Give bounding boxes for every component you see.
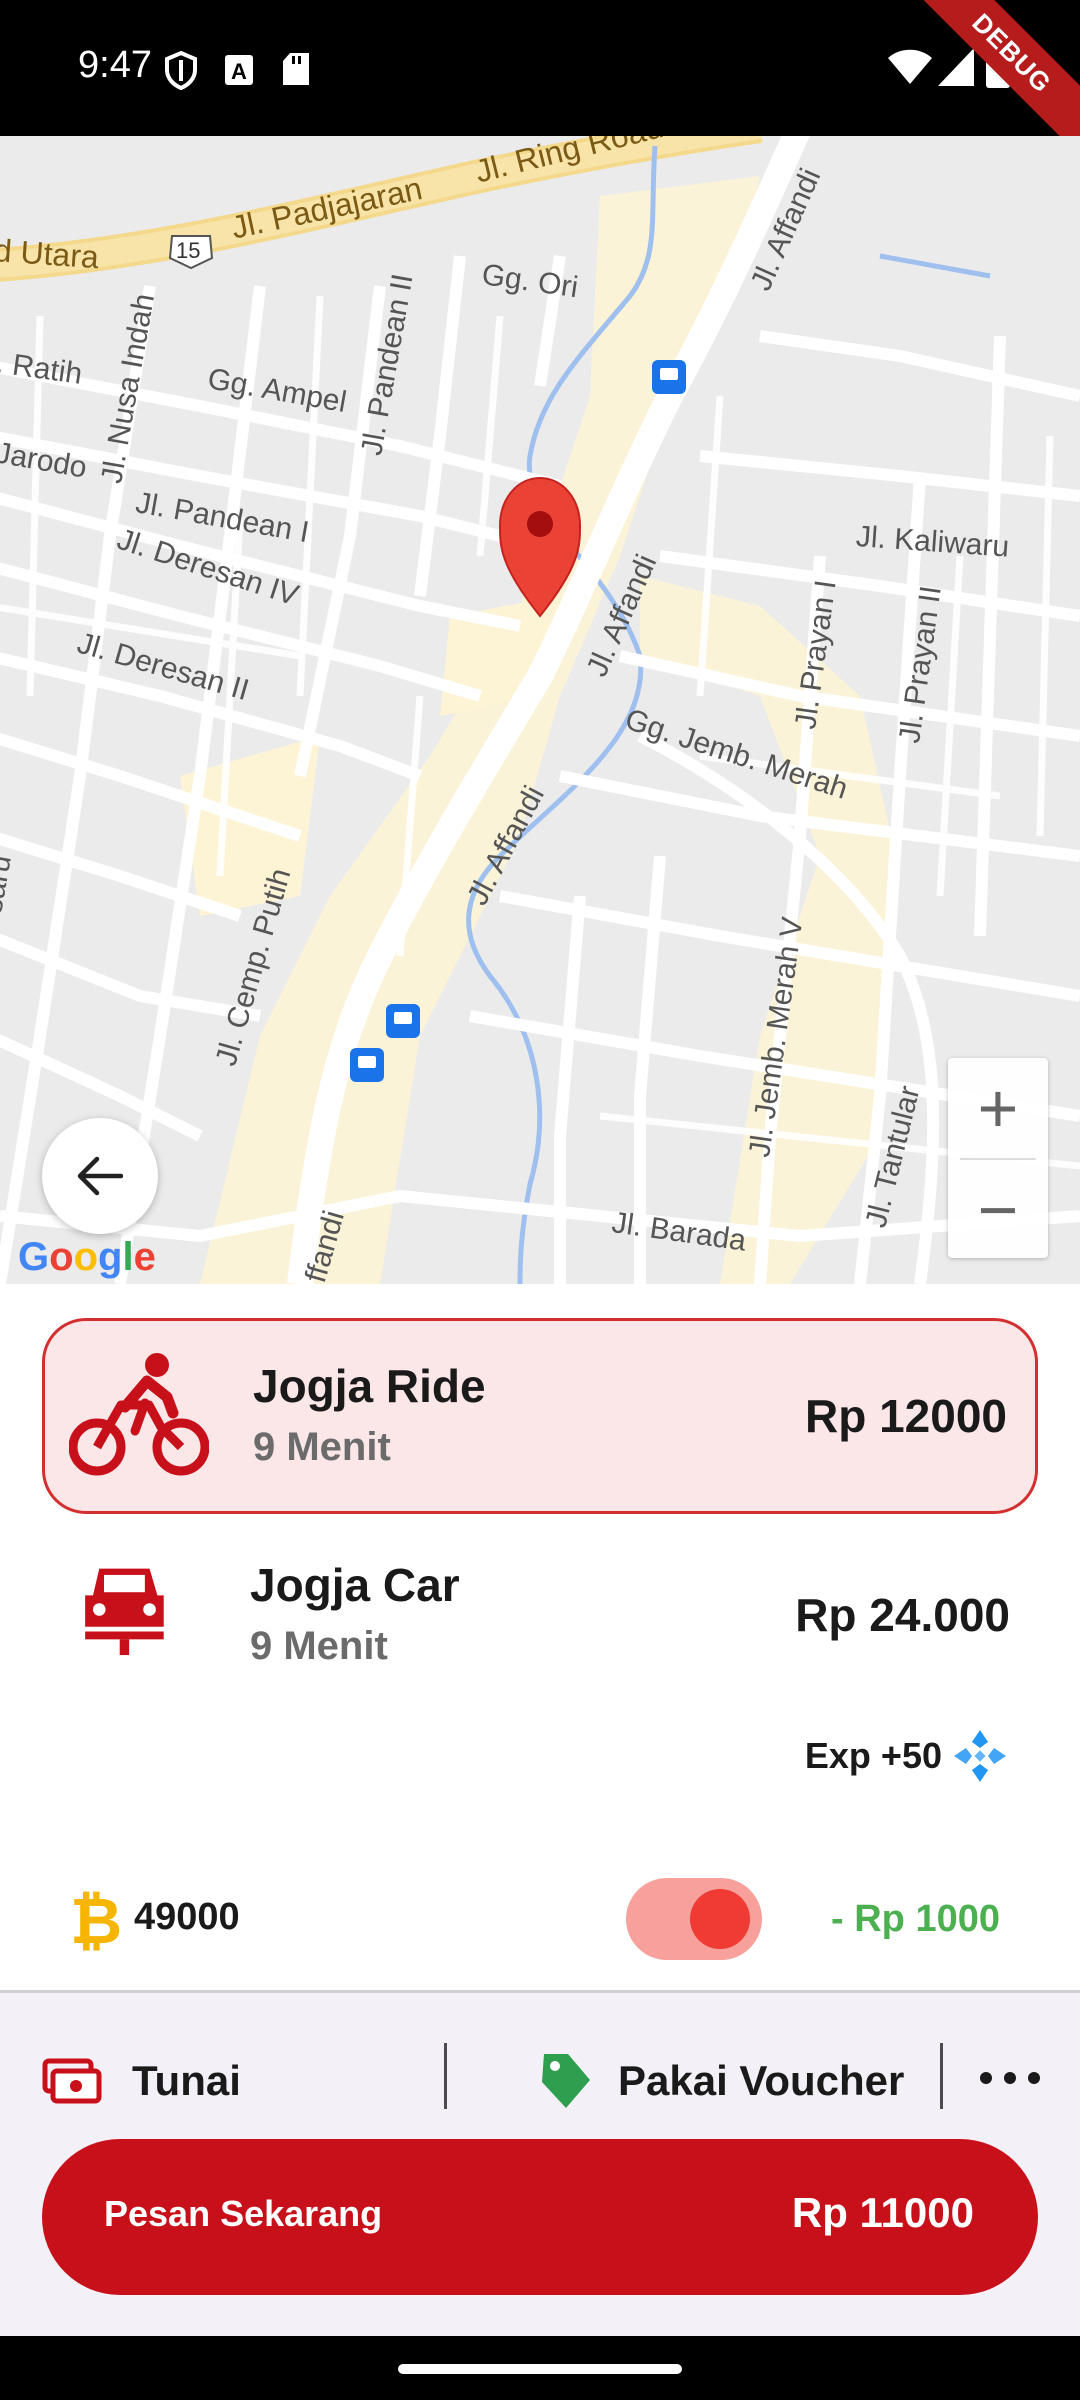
service-option-ride[interactable]: Jogja Ride 9 Menit Rp 12000 bbox=[42, 1318, 1038, 1514]
shield-icon bbox=[165, 50, 197, 90]
zoom-out-button[interactable]: − bbox=[948, 1160, 1048, 1260]
motorbike-icon bbox=[69, 1353, 209, 1476]
divider bbox=[940, 2043, 943, 2109]
points-toggle[interactable] bbox=[626, 1878, 762, 1960]
points-value: 49000 bbox=[134, 1896, 240, 1938]
service-eta: 9 Menit bbox=[253, 1425, 391, 1469]
zoom-in-button[interactable]: + bbox=[948, 1058, 1048, 1158]
dot bbox=[1028, 2072, 1040, 2084]
arrow-left-icon bbox=[77, 1156, 123, 1196]
exp-diamond-icon bbox=[954, 1730, 1006, 1782]
more-options-button[interactable] bbox=[980, 2053, 1040, 2103]
wifi-icon bbox=[888, 49, 932, 84]
order-label: Pesan Sekarang bbox=[104, 2193, 383, 2234]
payment-bar: Tunai Pakai Voucher Pesan Sekarang Rp 11… bbox=[0, 1993, 1080, 2336]
payment-method-label: Tunai bbox=[132, 2057, 241, 2104]
points-row: ₿ 49000 - Rp 1000 bbox=[0, 1870, 1080, 1970]
app-screen: 9:47 A DEBUG d Utara 15 Jl. Padjajaran J… bbox=[0, 0, 1080, 2400]
svg-text:A: A bbox=[231, 59, 247, 84]
divider bbox=[444, 2043, 447, 2109]
voucher-label: Pakai Voucher bbox=[618, 2057, 905, 2104]
a-icon: A bbox=[225, 55, 253, 85]
back-button[interactable] bbox=[42, 1118, 158, 1234]
google-logo: Google bbox=[18, 1235, 156, 1279]
tag-icon bbox=[542, 2054, 590, 2108]
booking-sheet: Jogja Ride 9 Menit Rp 12000 Jogja Car 9 … bbox=[0, 1284, 1080, 2336]
navigation-bar bbox=[0, 2336, 1080, 2400]
toggle-knob bbox=[690, 1889, 750, 1949]
order-now-button[interactable]: Pesan Sekarang Rp 11000 bbox=[42, 2139, 1038, 2295]
sd-card-icon bbox=[283, 53, 309, 85]
zoom-controls: + − bbox=[948, 1058, 1048, 1258]
service-eta: 9 Menit bbox=[250, 1624, 388, 1668]
status-time: 9:47 bbox=[78, 44, 152, 86]
discount-value: - Rp 1000 bbox=[831, 1898, 1000, 1940]
exp-value: +50 bbox=[880, 1735, 942, 1776]
service-name: Jogja Ride bbox=[253, 1360, 486, 1412]
route-shield-label: 15 bbox=[176, 238, 201, 263]
dot bbox=[980, 2072, 992, 2084]
status-bar: 9:47 A DEBUG bbox=[0, 0, 1080, 163]
dot bbox=[1004, 2072, 1016, 2084]
exp-reward: Exp +50 bbox=[805, 1726, 1008, 1786]
cash-icon bbox=[42, 2058, 102, 2104]
service-name: Jogja Car bbox=[250, 1559, 460, 1611]
street-label: d Utara bbox=[0, 232, 100, 276]
voucher-button[interactable]: Pakai Voucher bbox=[538, 2041, 904, 2121]
service-price: Rp 12000 bbox=[804, 1390, 1007, 1442]
exp-label: Exp bbox=[804, 1735, 871, 1776]
service-option-car[interactable]: Jogja Car 9 Menit Rp 24.000 bbox=[42, 1520, 1038, 1716]
home-gesture-handle[interactable] bbox=[398, 2364, 682, 2374]
map-view[interactable]: d Utara 15 Jl. Padjajaran Jl. Ring Road … bbox=[0, 136, 1080, 1284]
order-price: Rp 11000 bbox=[791, 2189, 974, 2236]
payment-method-button[interactable]: Tunai bbox=[42, 2041, 241, 2121]
service-price: Rp 24.000 bbox=[795, 1589, 1010, 1641]
signal-icon bbox=[938, 48, 974, 86]
bitcoin-icon: ₿ bbox=[70, 1885, 123, 1957]
car-icon bbox=[85, 1568, 164, 1656]
